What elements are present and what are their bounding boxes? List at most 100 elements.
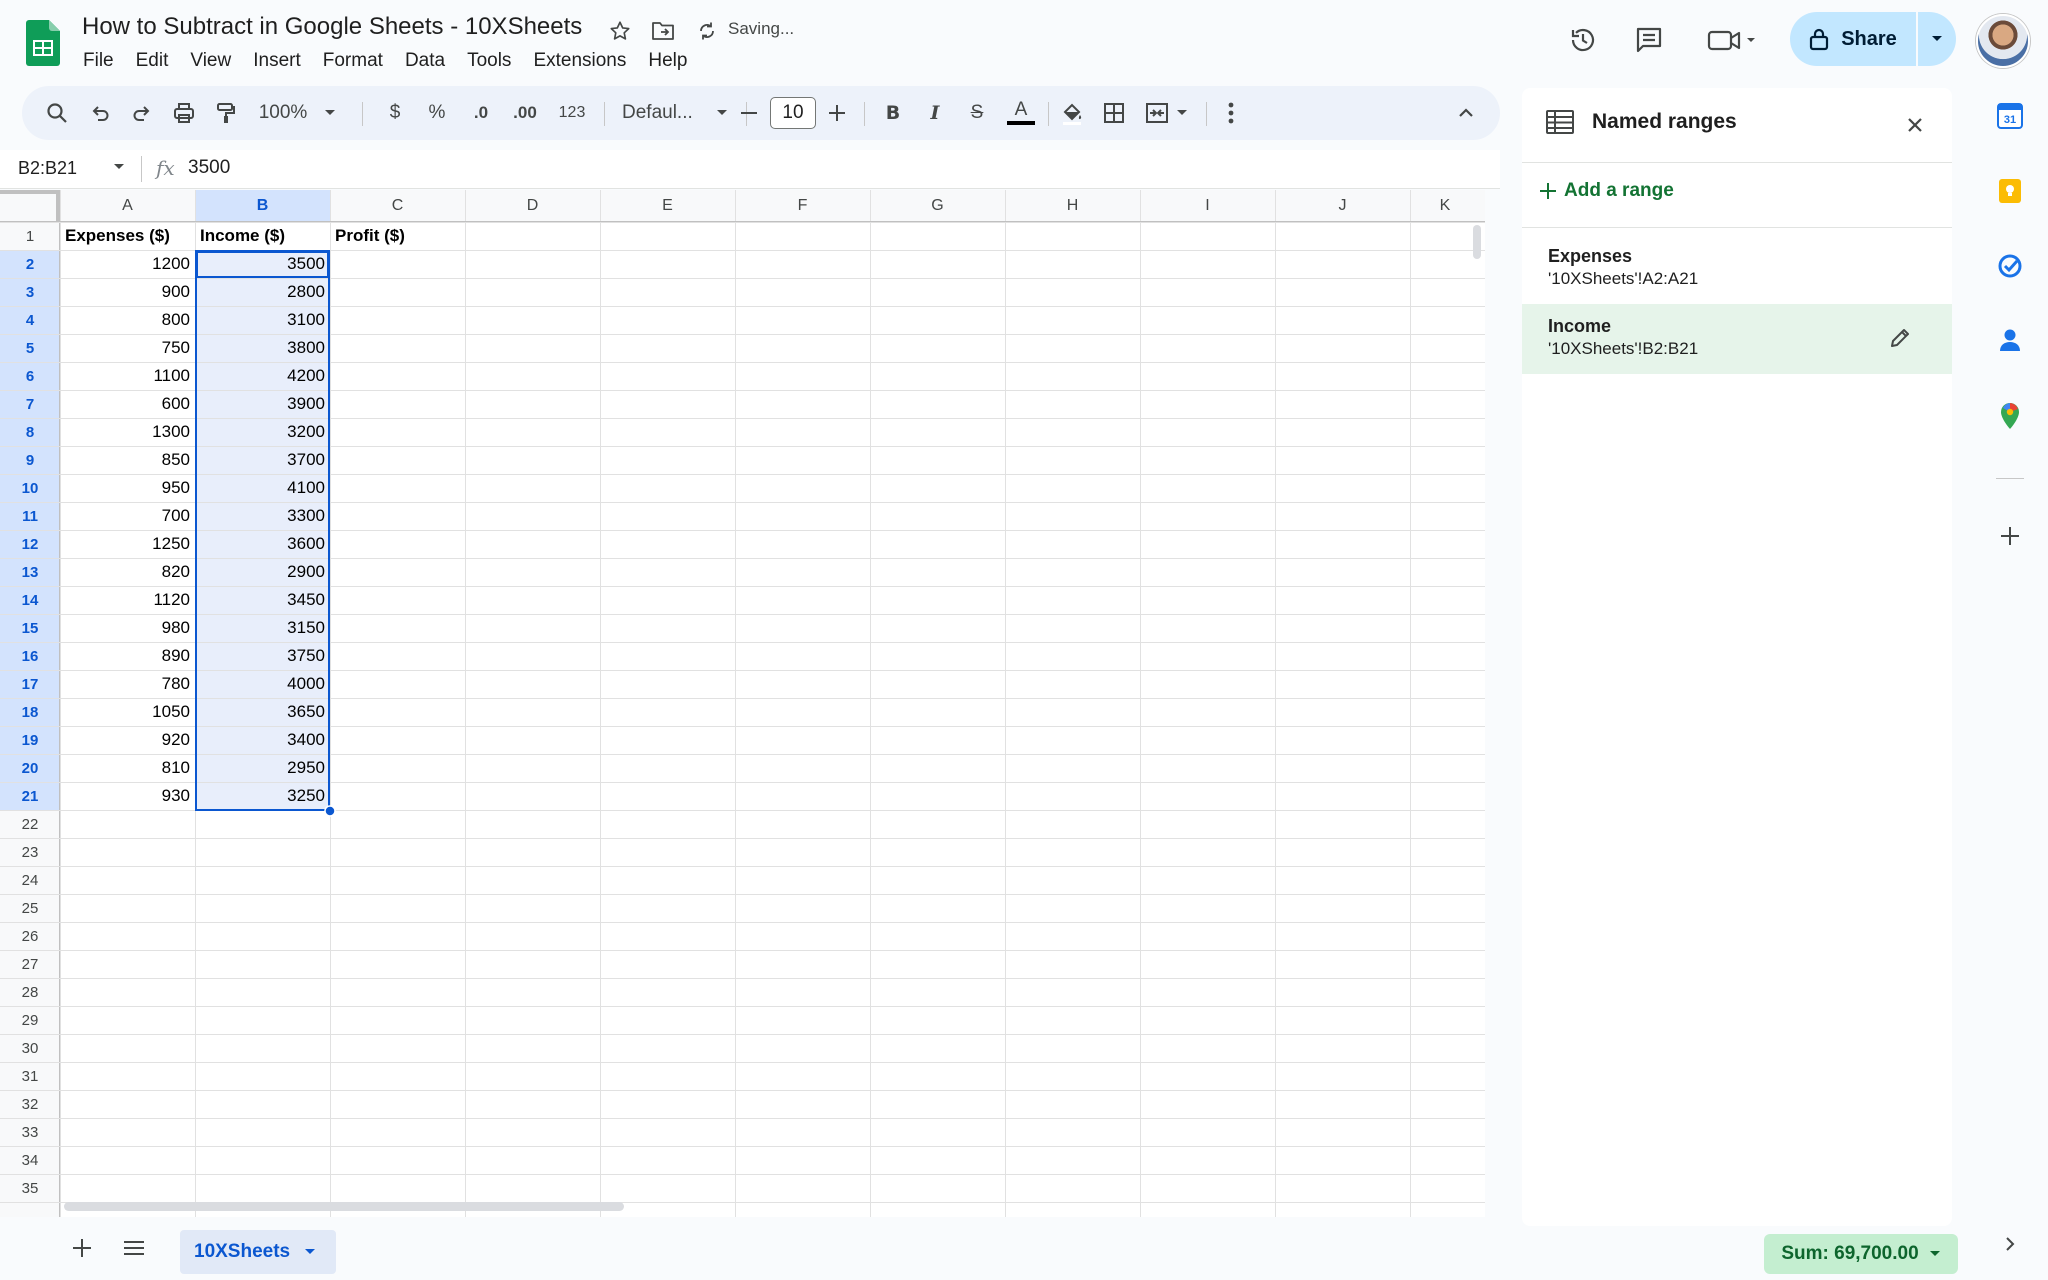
italic-button[interactable]: I <box>920 86 950 140</box>
row-header-20[interactable]: 20 <box>0 754 60 782</box>
income-cell[interactable]: 3450 <box>195 586 330 614</box>
column-header-e[interactable]: E <box>600 190 735 222</box>
column-header-f[interactable]: F <box>735 190 870 222</box>
row-header-16[interactable]: 16 <box>0 642 60 670</box>
row-header-11[interactable]: 11 <box>0 502 60 530</box>
row-header-29[interactable]: 29 <box>0 1006 60 1034</box>
header-cell[interactable]: Profit ($) <box>330 222 465 250</box>
column-header-g[interactable]: G <box>870 190 1005 222</box>
document-title[interactable]: How to Subtract in Google Sheets - 10XSh… <box>82 13 582 41</box>
row-header-12[interactable]: 12 <box>0 530 60 558</box>
zoom-select[interactable]: 100% <box>258 86 308 140</box>
expense-cell[interactable]: 810 <box>60 754 195 782</box>
strikethrough-button[interactable]: S <box>962 86 992 140</box>
income-cell[interactable]: 2950 <box>195 754 330 782</box>
column-header-b[interactable]: B <box>195 190 330 222</box>
add-range-button[interactable]: Add a range <box>1540 180 1674 202</box>
income-cell[interactable]: 3600 <box>195 530 330 558</box>
sum-explore-chip[interactable]: Sum: 69,700.00 <box>1764 1234 1958 1274</box>
star-icon[interactable] <box>606 17 634 45</box>
menu-data[interactable]: Data <box>394 48 456 74</box>
row-header-22[interactable]: 22 <box>0 810 60 838</box>
expense-cell[interactable]: 820 <box>60 558 195 586</box>
pencil-edit-icon[interactable] <box>1888 326 1912 350</box>
expense-cell[interactable]: 890 <box>60 642 195 670</box>
increase-decimal-button[interactable]: .00 <box>506 86 544 140</box>
borders-icon[interactable] <box>1098 86 1130 140</box>
expense-cell[interactable]: 800 <box>60 306 195 334</box>
row-header-25[interactable]: 25 <box>0 894 60 922</box>
column-header-a[interactable]: A <box>60 190 195 222</box>
income-cell[interactable]: 3700 <box>195 446 330 474</box>
menu-file[interactable]: File <box>72 48 125 74</box>
named-range-item[interactable]: Expenses '10XSheets'!A2:A21 <box>1522 234 1952 304</box>
row-header-34[interactable]: 34 <box>0 1146 60 1174</box>
menu-extensions[interactable]: Extensions <box>522 48 637 74</box>
column-header-d[interactable]: D <box>465 190 600 222</box>
decrease-decimal-button[interactable]: .0 <box>464 86 498 140</box>
contacts-icon[interactable] <box>1994 324 2026 356</box>
column-header-j[interactable]: J <box>1275 190 1410 222</box>
row-header-17[interactable]: 17 <box>0 670 60 698</box>
all-sheets-icon[interactable] <box>118 1232 150 1264</box>
expense-cell[interactable]: 750 <box>60 334 195 362</box>
more-options-icon[interactable] <box>1216 86 1246 140</box>
header-cell[interactable]: Income ($) <box>195 222 330 250</box>
name-box[interactable]: B2:B21 <box>18 158 77 179</box>
formula-input[interactable]: 3500 <box>188 157 230 179</box>
income-cell[interactable]: 3900 <box>195 390 330 418</box>
row-header-28[interactable]: 28 <box>0 978 60 1006</box>
row-header-35[interactable]: 35 <box>0 1174 60 1202</box>
income-cell[interactable]: 3250 <box>195 782 330 810</box>
increase-font-size-icon[interactable] <box>822 86 852 140</box>
row-header-26[interactable]: 26 <box>0 922 60 950</box>
row-header-21[interactable]: 21 <box>0 782 60 810</box>
font-select[interactable]: Defaul... <box>622 86 722 140</box>
row-header-10[interactable]: 10 <box>0 474 60 502</box>
row-header-7[interactable]: 7 <box>0 390 60 418</box>
row-header-18[interactable]: 18 <box>0 698 60 726</box>
search-menus-icon[interactable] <box>40 86 74 140</box>
column-header-h[interactable]: H <box>1005 190 1140 222</box>
row-header-14[interactable]: 14 <box>0 586 60 614</box>
expense-cell[interactable]: 600 <box>60 390 195 418</box>
sheet-tab[interactable]: 10XSheets <box>180 1230 336 1274</box>
row-header-31[interactable]: 31 <box>0 1062 60 1090</box>
row-header-4[interactable]: 4 <box>0 306 60 334</box>
fill-color-icon[interactable] <box>1056 86 1088 140</box>
row-header-9[interactable]: 9 <box>0 446 60 474</box>
menu-tools[interactable]: Tools <box>456 48 522 74</box>
undo-icon[interactable] <box>84 86 116 140</box>
font-caret-icon[interactable] <box>712 86 732 140</box>
row-header-8[interactable]: 8 <box>0 418 60 446</box>
income-cell[interactable]: 3200 <box>195 418 330 446</box>
bold-button[interactable]: B <box>878 86 908 140</box>
row-header-27[interactable]: 27 <box>0 950 60 978</box>
expense-cell[interactable]: 920 <box>60 726 195 754</box>
expense-cell[interactable]: 980 <box>60 614 195 642</box>
expense-cell[interactable]: 950 <box>60 474 195 502</box>
row-header-30[interactable]: 30 <box>0 1034 60 1062</box>
income-cell[interactable]: 3800 <box>195 334 330 362</box>
row-header-3[interactable]: 3 <box>0 278 60 306</box>
header-cell[interactable]: Expenses ($) <box>60 222 195 250</box>
expense-cell[interactable]: 700 <box>60 502 195 530</box>
move-to-folder-icon[interactable] <box>649 17 677 45</box>
more-formats-button[interactable]: 123 <box>552 86 592 140</box>
name-box-caret-icon[interactable] <box>113 163 125 171</box>
menu-view[interactable]: View <box>179 48 242 74</box>
merge-caret-icon[interactable] <box>1172 86 1192 140</box>
add-sheet-icon[interactable] <box>66 1232 98 1264</box>
income-cell[interactable]: 2900 <box>195 558 330 586</box>
menu-format[interactable]: Format <box>312 48 394 74</box>
column-header-k[interactable]: K <box>1410 190 1480 222</box>
row-header-13[interactable]: 13 <box>0 558 60 586</box>
income-cell[interactable]: 4200 <box>195 362 330 390</box>
avatar[interactable] <box>1976 14 2030 68</box>
menu-help[interactable]: Help <box>637 48 698 74</box>
income-cell[interactable]: 4000 <box>195 670 330 698</box>
expense-cell[interactable]: 850 <box>60 446 195 474</box>
row-header-24[interactable]: 24 <box>0 866 60 894</box>
close-icon[interactable] <box>1898 108 1932 142</box>
spreadsheet-grid[interactable]: A B C D E F G H I J K 1 2 3 4 5 6 7 8 9 10 11 12 13 14 15 16 17 18 19… <box>0 190 1485 1217</box>
